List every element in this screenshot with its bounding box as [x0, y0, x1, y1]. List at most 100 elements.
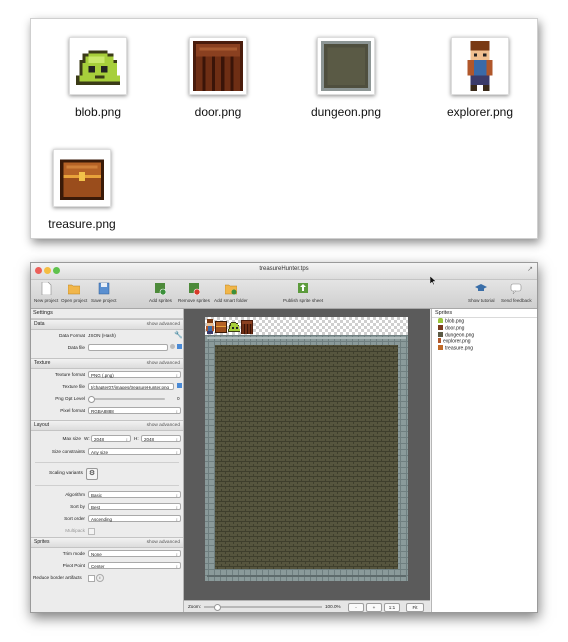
send-feedback-button[interactable]: Send feedback	[501, 282, 532, 303]
sprite-sheet-canvas[interactable]: Zoom: 100.0% - + 1:1 Fit	[184, 309, 430, 612]
zoom-slider[interactable]	[204, 604, 322, 611]
add-sprites-button[interactable]: Add sprites	[149, 282, 172, 303]
layout-section-header: Layout show advanced	[31, 420, 183, 431]
explorer-sprite[interactable]	[206, 319, 214, 334]
door-thumbnail-icon	[438, 324, 443, 330]
data-section-header: Data show advanced	[31, 319, 183, 330]
fullscreen-icon[interactable]: ↗	[527, 265, 533, 273]
sort-order-row: Sort order Ascending	[31, 513, 183, 525]
data-show-advanced-link[interactable]: show advanced	[147, 320, 180, 329]
file-item-dungeon[interactable]: dungeon.png	[291, 37, 401, 119]
data-format-value[interactable]: JSON (Hash)	[88, 333, 116, 338]
scaling-variants-label: Scaling variants	[49, 471, 83, 476]
data-file-label: Data file	[67, 345, 85, 350]
trim-mode-select[interactable]: None	[88, 550, 181, 558]
data-file-input[interactable]	[88, 344, 168, 351]
file-item-blob[interactable]: blob.png	[43, 37, 153, 119]
dungeon-sprite[interactable]	[205, 335, 408, 581]
algorithm-select[interactable]: Basic	[88, 491, 181, 499]
treasure-sprite[interactable]	[215, 321, 227, 333]
sprites-panel-header: Sprites	[432, 309, 537, 318]
sprite-list-name: dungeon.png	[445, 332, 475, 339]
sprites-show-advanced-link[interactable]: show advanced	[147, 538, 180, 547]
zoom-in-button[interactable]: +	[366, 603, 382, 612]
sprite-list-item[interactable]: dungeon.png	[432, 331, 537, 339]
zoom-label: Zoom:	[188, 604, 202, 609]
sort-order-select[interactable]: Ascending	[88, 515, 181, 523]
open-project-button[interactable]: Open project	[61, 282, 87, 303]
publish-label: Publish sprite sheet	[283, 298, 324, 303]
file-name: treasure.png	[48, 217, 116, 231]
settings-header: Settings	[31, 309, 183, 319]
pivot-point-label: Pivot Point	[62, 563, 85, 568]
png-opt-level-row: Png Opt Level 0	[31, 393, 183, 405]
treasure-sprite-icon	[53, 149, 111, 207]
zoom-actual-size-button[interactable]: 1:1	[384, 603, 400, 612]
zoom-slider-knob[interactable]	[214, 604, 221, 611]
multipack-checkbox[interactable]	[88, 528, 95, 535]
new-project-button[interactable]: New project	[34, 281, 59, 303]
texture-format-row: Texture format PNG (.png)	[31, 369, 183, 381]
folder-browse-icon[interactable]	[177, 383, 182, 388]
sprite-list-name: door.png	[445, 325, 465, 332]
file-item-explorer[interactable]: explorer.png	[425, 37, 535, 119]
layout-show-advanced-link[interactable]: show advanced	[147, 421, 180, 430]
new-project-label: New project	[34, 298, 59, 303]
sort-by-select[interactable]: Best	[88, 503, 181, 511]
file-item-door[interactable]: door.png	[163, 37, 273, 119]
zoom-fit-button[interactable]: Fit	[406, 603, 424, 612]
file-item-treasure[interactable]: treasure.png	[27, 149, 137, 231]
remove-sprites-button[interactable]: Remove sprites	[178, 282, 210, 303]
blob-sprite-icon	[69, 37, 127, 95]
slider-knob[interactable]	[88, 396, 95, 403]
multipack-row: Multipack	[31, 525, 183, 537]
pixel-format-row: Pixel format RGBA8888	[31, 405, 183, 417]
door-sprite[interactable]	[241, 320, 253, 334]
png-opt-level-label: Png Opt Level	[55, 396, 85, 401]
texture-section-header: Texture show advanced	[31, 358, 183, 369]
title-bar: treasureHunter.tps ↗	[31, 263, 537, 280]
algorithm-label: Algorithm	[65, 492, 85, 497]
clear-icon[interactable]	[170, 344, 175, 349]
texture-format-select[interactable]: PNG (.png)	[88, 371, 181, 379]
pivot-point-select[interactable]: Center	[88, 562, 181, 570]
folder-browse-icon[interactable]	[177, 344, 182, 349]
wrench-icon[interactable]: 🔧	[174, 331, 183, 339]
texture-show-advanced-link[interactable]: show advanced	[147, 359, 180, 368]
zoom-out-button[interactable]: -	[348, 603, 364, 612]
png-opt-slider[interactable]	[88, 396, 165, 403]
sort-order-label: Sort order	[64, 516, 85, 521]
folder-icon	[67, 284, 81, 295]
sprite-list-item[interactable]: treasure.png	[432, 345, 537, 352]
pixel-format-select[interactable]: RGBA8888	[88, 407, 181, 415]
max-height-select[interactable]: 2048	[141, 435, 181, 443]
publish-sprite-sheet-button[interactable]: Publish sprite sheet	[283, 282, 323, 303]
pixel-format-label: Pixel format	[60, 408, 85, 413]
send-feedback-label: Send feedback	[501, 298, 532, 303]
show-tutorial-button[interactable]: Show tutorial	[468, 282, 495, 303]
graduation-cap-icon	[475, 284, 488, 291]
data-section-title: Data	[34, 321, 45, 327]
sprite-list-item[interactable]: door.png	[432, 324, 537, 332]
save-project-button[interactable]: Save project	[91, 282, 117, 303]
info-icon[interactable]: i	[96, 574, 104, 582]
main-content: Settings Data show advanced Data Format …	[31, 309, 537, 612]
treasure-thumbnail-icon	[438, 345, 443, 351]
png-opt-value: 0	[177, 396, 180, 401]
smart-folder-icon	[224, 284, 238, 295]
size-constraints-select[interactable]: Any size	[88, 448, 181, 456]
sprite-list-item[interactable]: explorer.png	[432, 338, 537, 345]
max-width-select[interactable]: 2048	[91, 435, 131, 443]
reduce-border-checkbox[interactable]	[88, 575, 95, 582]
scaling-variants-row: Scaling variants ⚙	[31, 466, 183, 482]
gear-icon[interactable]: ⚙	[86, 468, 98, 480]
data-format-label: Data Format	[58, 333, 85, 338]
sprite-list-item[interactable]: blob.png	[432, 318, 537, 325]
texturepacker-window: treasureHunter.tps ↗ New project Open pr…	[30, 262, 538, 613]
texture-file-input[interactable]: t/chapter07/images/treasureHunter.png	[88, 383, 174, 390]
remove-sprites-label: Remove sprites	[178, 298, 210, 303]
zoom-value: 100.0%	[325, 604, 341, 609]
add-smart-folder-button[interactable]: Add smart folder	[214, 282, 248, 303]
new-document-icon	[41, 281, 52, 296]
sprites-panel: Sprites blob.png door.png dungeon.png ex…	[431, 309, 537, 612]
